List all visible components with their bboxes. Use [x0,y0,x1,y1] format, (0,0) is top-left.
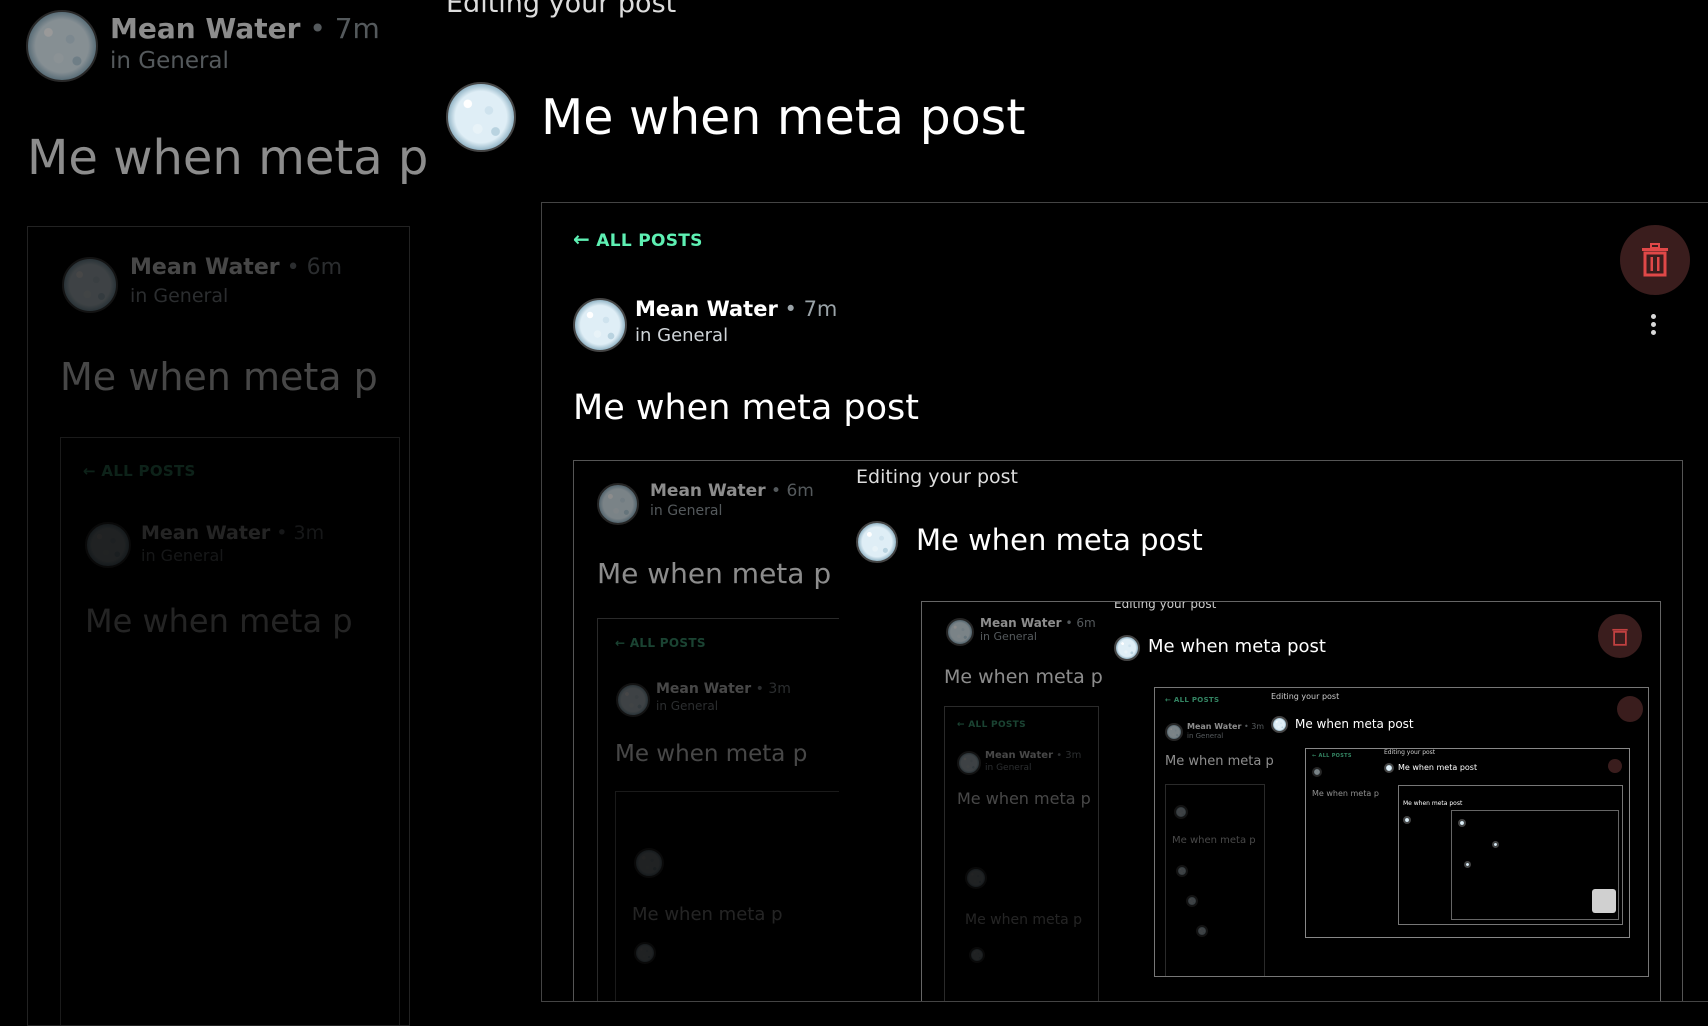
avatar [597,483,639,525]
thumbnail-image [1592,889,1616,913]
editor-post-title[interactable]: Me when meta post [541,89,1025,146]
avatar[interactable] [26,10,98,82]
post-time: 7m [803,297,838,321]
post-title: Me when meta p [60,355,378,399]
avatar[interactable] [446,82,516,152]
post-time: 3m [1065,750,1082,761]
separator: • [276,522,294,544]
author-name: Mean Water [650,481,766,501]
post-time: 6m [306,255,343,280]
embed-editor-heading: Editing your post [1271,692,1340,701]
post-time: 3m [768,681,791,697]
nested-post-frame: Mean Water • 6m in General Me when meta … [921,601,1661,1001]
post-title: Me when meta p [27,130,429,186]
post-title: Me when meta post [573,388,920,428]
embed-editor-heading: Editing your post [856,466,1019,488]
author-name[interactable]: Mean Water [635,297,778,321]
nested-post-frame: ← ALL POSTS Mean Water • 3m in General M… [60,437,400,1025]
all-posts-link[interactable]: ← ALL POSTS [573,227,703,251]
post-time: 7m [334,12,380,45]
avatar [616,683,650,717]
post-time: 6m [1076,616,1096,630]
channel-label: in General [110,48,229,74]
nested-post-frame: ← ALL POSTS Mean Water • 3m in General M… [944,706,1099,1001]
delete-button [1598,614,1642,658]
all-posts-link: ← ALL POSTS [615,636,706,650]
embed-editor-title: Me when meta post [1148,636,1326,657]
left-panel: Mean Water • 7m in General Me when meta … [0,0,428,1026]
all-posts-link: ← ALL POSTS [957,720,1026,730]
post-card: ← ALL POSTS Mean Water • 7m in General M… [541,202,1708,1002]
author-name: Mean Water [656,681,752,697]
nested-post-frame: Mean Water • 6m in General Me when meta … [27,226,410,1026]
separator: • [784,297,797,321]
avatar [62,257,118,313]
arrow-left-icon: ← [83,462,96,480]
post-time: 3m [1251,722,1265,731]
author-name: Mean Water [985,750,1053,761]
all-posts-link: ← ALL POSTS [1165,696,1220,704]
embed-editor-heading: Editing your post [1114,601,1217,611]
channel-label[interactable]: in General [635,325,728,346]
embedded-screenshot[interactable]: Mean Water • 6m in General Me when meta … [573,460,1683,1001]
embed-editor-title: Me when meta post [1295,717,1414,731]
delete-button[interactable] [1620,225,1690,295]
post-time: 6m [786,481,814,501]
post-title: Me when meta p [957,789,1091,808]
post-title: Me when meta p [1165,754,1274,769]
avatar [85,522,131,568]
trash-icon [1612,628,1628,646]
nested-post-frame: ← ALL POSTS Me when meta p Editing your … [1305,748,1630,938]
avatar [1114,635,1140,661]
channel-label: in General [1187,732,1224,740]
channel-label: in General [985,763,1032,773]
nested-post-frame: ← ALL POSTS Mean Water • 3m in General M… [597,618,839,1001]
separator: • [309,12,335,45]
avatar[interactable] [573,298,627,352]
delete-button [1617,696,1643,722]
trash-icon [1642,243,1668,277]
editor-heading: Editing your post [446,0,677,19]
embed-editor-title: Me when meta post [1398,763,1478,772]
post-time: 3m [293,522,325,544]
post-title: Me when meta p [944,666,1103,688]
arrow-left-icon: ← [573,227,591,251]
author-name: Mean Water [980,616,1062,630]
channel-label: in General [650,503,723,519]
separator: • [286,255,307,280]
post-title: Me when meta p [85,602,353,640]
channel-label: in General [980,630,1037,643]
embed-editor-heading: Editing your post [1384,749,1436,756]
author-name: Mean Water [1187,722,1242,731]
channel-label: in General [656,699,719,713]
post-title: Me when meta p [615,741,808,767]
channel-label: in General [130,285,229,307]
channel-label: in General [141,546,224,565]
embed-left-column: Mean Water • 6m in General Me when meta … [574,461,839,1001]
nested-post-frame: ← ALL POSTS Mean Water • 3m in General M… [1154,687,1649,977]
avatar [1271,716,1288,733]
avatar [946,618,974,646]
embed-editor-title: Me when meta post [916,523,1203,557]
author-name[interactable]: Mean Water [110,12,300,45]
author-name: Mean Water [141,522,271,544]
avatar [856,521,898,563]
avatar [957,751,981,775]
more-options-icon[interactable] [1646,311,1660,338]
avatar [1165,723,1183,741]
all-posts-link: ← ALL POSTS [83,462,196,480]
author-name: Mean Water [130,255,280,280]
post-title: Me when meta p [597,557,832,590]
